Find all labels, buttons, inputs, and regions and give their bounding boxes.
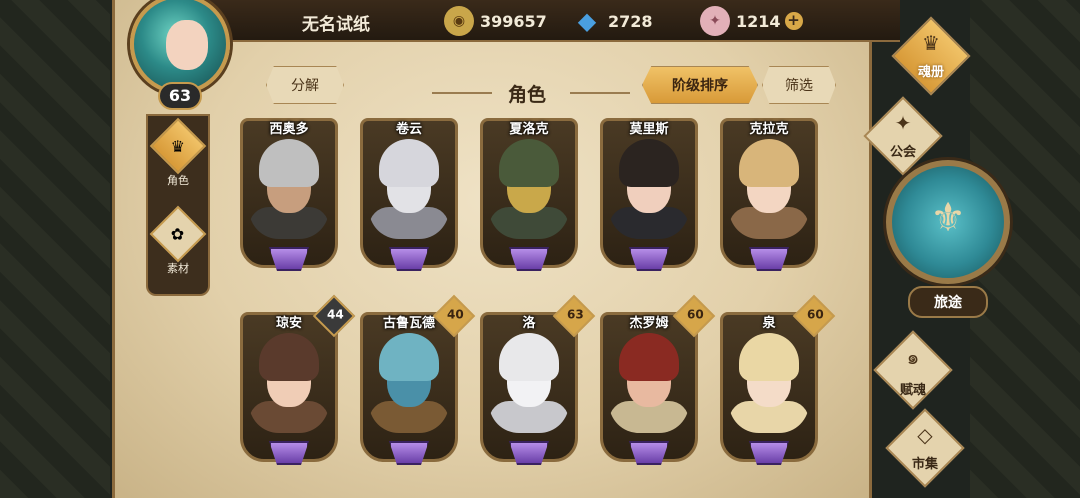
gold-coin-icon: ◉: [444, 6, 474, 36]
filter-button[interactable]: 筛选: [762, 66, 836, 104]
market-gem-icon: ◇: [917, 422, 933, 447]
material-icon: ✿: [149, 205, 207, 263]
sort-by-rank-button[interactable]: 阶级排序: [642, 66, 758, 104]
character-card[interactable]: 琼安 44: [240, 294, 356, 465]
rank-gem-icon: [269, 247, 309, 271]
nav-soul-book-label: 魂册: [917, 64, 944, 80]
rank-gem-icon: [389, 247, 429, 271]
character-card[interactable]: 古鲁瓦德 40: [360, 294, 476, 465]
pink-gem-icon: ✦: [700, 6, 730, 36]
character-name: 克拉克: [749, 122, 789, 137]
rank-gem-icon: [509, 247, 549, 271]
side-tab-column: ♛ 角色 ✿ 素材: [146, 114, 210, 296]
page-title: 角色: [508, 84, 547, 106]
character-card[interactable]: 泉 60: [720, 294, 836, 465]
character-card[interactable]: 莫里斯: [600, 118, 698, 271]
nav-diamond-bg: [885, 408, 965, 488]
currency-gold: ◉ 399657: [444, 4, 547, 38]
player-level-badge: 63: [158, 82, 202, 110]
avatar-portrait: [130, 0, 230, 94]
currency-crystal: ◆ 2728: [572, 4, 653, 38]
tab-materials-label: 素材: [167, 262, 189, 275]
background-left: [0, 0, 110, 498]
rank-gem-icon: [749, 441, 789, 465]
character-portrait: [489, 321, 569, 433]
character-portrait: [249, 127, 329, 239]
character-card[interactable]: 洛 63: [480, 294, 596, 465]
journey-emblem-icon: ⚜: [930, 195, 966, 241]
character-portrait: [369, 321, 449, 433]
swirl-icon: ๑: [906, 344, 920, 369]
rank-gem-icon: [749, 247, 789, 271]
tab-materials[interactable]: ✿ 素材: [149, 205, 207, 284]
rank-gem-icon: [269, 441, 309, 465]
title-ornament-right: [570, 92, 630, 94]
gem-value: 1214: [736, 11, 781, 31]
guild-icon: ✦: [894, 110, 912, 135]
decompose-button[interactable]: 分解: [266, 66, 344, 104]
nav-soul-book-button[interactable]: ♛ 魂册: [886, 16, 976, 98]
nav-journey-button[interactable]: ⚜ 旅途: [886, 160, 1010, 320]
character-card[interactable]: 卷云: [360, 118, 458, 271]
avatar-face: [166, 20, 208, 70]
title-ornament-left: [432, 92, 492, 94]
gold-value: 399657: [480, 11, 547, 31]
rank-gem-icon: [629, 247, 669, 271]
soul-book-icon: ♛: [922, 30, 940, 55]
character-name: 卷云: [395, 122, 422, 137]
add-gem-button[interactable]: +: [784, 12, 803, 30]
blue-crystal-icon: ◆: [577, 7, 597, 35]
character-card[interactable]: 杰罗姆 60: [600, 294, 716, 465]
character-card[interactable]: 克拉克: [720, 118, 818, 271]
character-portrait: [369, 127, 449, 239]
character-icon: ♛: [149, 117, 207, 175]
character-portrait: [249, 321, 329, 433]
currency-gem[interactable]: ✦ 1214 +: [700, 4, 803, 38]
nav-soul-endow-button[interactable]: ๑ 赋魂: [868, 330, 958, 412]
character-portrait: [489, 127, 569, 239]
nav-journey-label: 旅途: [908, 286, 988, 318]
tab-characters[interactable]: ♛ 角色: [149, 117, 207, 196]
rank-gem-icon: [629, 441, 669, 465]
nav-soul-endow-label: 赋魂: [899, 382, 926, 398]
character-name: 夏洛克: [509, 122, 549, 137]
crystal-value: 2728: [608, 11, 653, 31]
character-card[interactable]: 夏洛克: [480, 118, 578, 271]
character-portrait: [729, 127, 809, 239]
character-name: 莫里斯: [629, 122, 669, 137]
character-name: 西奥多: [269, 122, 309, 137]
player-name: 无名试纸: [302, 15, 370, 35]
nav-guild-label: 公会: [889, 144, 916, 160]
nav-market-button[interactable]: ◇ 市集: [880, 408, 970, 490]
character-portrait: [609, 321, 689, 433]
nav-diamond-bg: [891, 16, 971, 96]
rank-gem-icon: [389, 441, 429, 465]
character-portrait: [609, 127, 689, 239]
character-portrait: [729, 321, 809, 433]
character-card[interactable]: 西奥多: [240, 118, 338, 271]
tab-characters-label: 角色: [167, 174, 189, 187]
rank-gem-icon: [509, 441, 549, 465]
nav-market-label: 市集: [911, 456, 938, 472]
